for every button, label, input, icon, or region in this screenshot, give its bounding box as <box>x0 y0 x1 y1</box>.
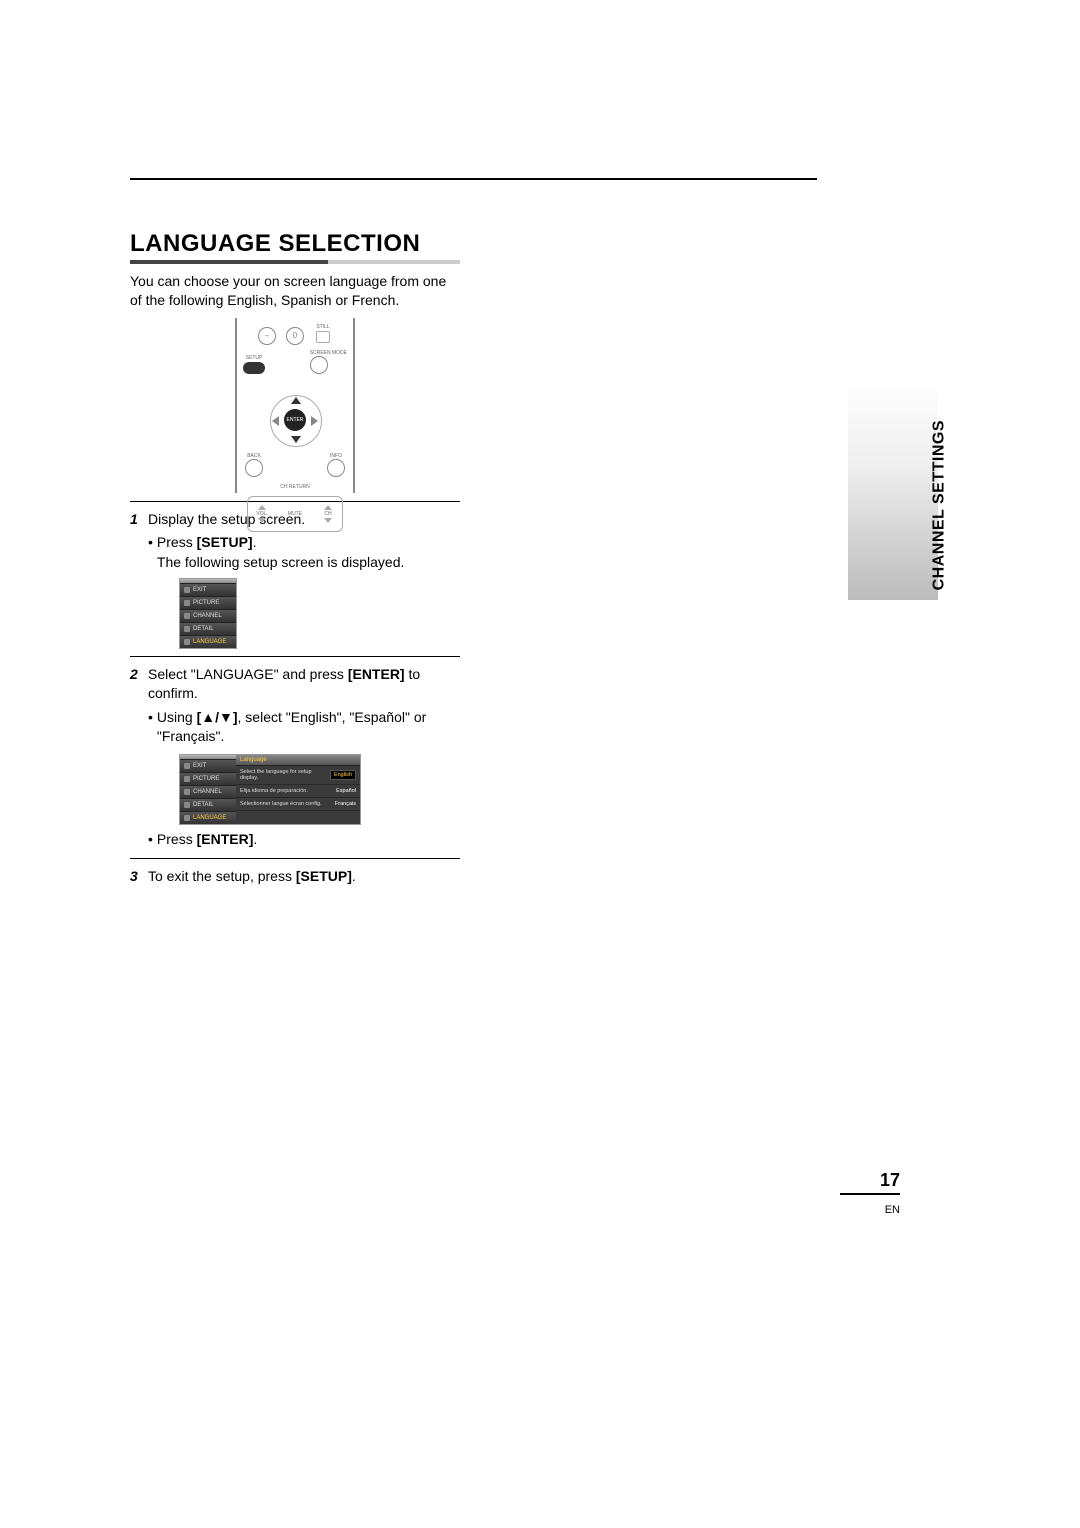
menu1-item-label: EXIT <box>193 587 206 593</box>
menu-icon <box>184 815 190 821</box>
remote-zero-button: 0 <box>286 327 304 345</box>
step-2b-prefix: Press <box>157 831 197 847</box>
menu2-left-label: CHANNEL <box>193 789 222 795</box>
step-2-bullet: Using [▲/▼], select "English", "Español"… <box>148 708 460 747</box>
menu2-left-item: DETAIL <box>180 798 236 811</box>
step-1-bullet-bold: [SETUP] <box>197 534 253 550</box>
menu2-left-label: EXIT <box>193 763 206 769</box>
step-1-bullet-prefix: Press <box>157 534 197 550</box>
step-2-bullet-a: Using <box>157 709 197 725</box>
menu2-left-label: PICTURE <box>193 776 219 782</box>
menu2-row-value: English <box>330 770 356 780</box>
step-3-number: 3 <box>130 867 148 887</box>
menu-icon <box>184 626 190 632</box>
remote-enter-button: ENTER <box>284 409 306 431</box>
remote-ch-rocker: CH <box>318 505 338 523</box>
remote-setup-button <box>243 362 265 374</box>
dpad-up-icon <box>291 397 301 404</box>
intro-text: You can choose your on screen language f… <box>130 272 460 310</box>
step-3-text-b: [SETUP] <box>296 868 352 884</box>
menu1-item: DETAIL <box>180 622 236 635</box>
dpad-down-icon <box>291 436 301 443</box>
menu-icon <box>184 613 190 619</box>
page-title: LANGUAGE SELECTION <box>130 230 950 258</box>
step-2-text-b: [ENTER] <box>348 666 405 682</box>
menu-icon <box>184 763 190 769</box>
step-3-text-a: To exit the setup, press <box>148 868 296 884</box>
remote-mute-label: MUTE <box>288 511 302 517</box>
remote-rocker-panel: VOL. MUTE CH <box>247 496 343 532</box>
menu2-left-item: LANGUAGE <box>180 811 236 824</box>
menu1-item: CHANNEL <box>180 609 236 622</box>
remote-setup-label: SETUP <box>243 355 265 361</box>
remote-dpad: ENTER <box>260 385 330 455</box>
step-1-bullet-suffix: . <box>253 534 257 550</box>
remote-back-button <box>245 459 263 477</box>
step-1-number: 1 <box>130 510 148 530</box>
still-icon <box>316 331 330 343</box>
step-2b-suffix: . <box>253 831 257 847</box>
page-number: 17 <box>880 1170 900 1190</box>
menu1-item-label: CHANNEL <box>193 613 222 619</box>
menu2-row-value: Français <box>335 801 356 807</box>
menu-icon <box>184 802 190 808</box>
divider <box>130 656 460 657</box>
remote-vol-rocker: VOL. <box>252 505 272 523</box>
step-2-bullet-b: [▲/▼] <box>197 709 238 725</box>
menu-icon <box>184 789 190 795</box>
remote-illustration: – 0 STILL SETUP SCREEN MODE <box>235 318 355 493</box>
menu1-item-label: DETAIL <box>193 626 214 632</box>
divider <box>130 858 460 859</box>
step-2: 2 Select "LANGUAGE" and press [ENTER] to… <box>130 665 460 704</box>
menu2-row-label: Elija idioma de preparación. <box>240 788 308 794</box>
menu-icon <box>184 587 190 593</box>
step-2-text-a: Select "LANGUAGE" and press <box>148 666 348 682</box>
menu2-left-label: LANGUAGE <box>193 815 226 821</box>
setup-menu-figure-2: EXIT PICTURE CHANNEL DETAIL LANGUAGE Languag… <box>180 755 360 824</box>
remote-info-button <box>327 459 345 477</box>
menu-icon <box>184 600 190 606</box>
menu-icon <box>184 639 190 645</box>
menu2-left-label: DETAIL <box>193 802 214 808</box>
dpad-left-icon <box>272 416 279 426</box>
menu2-row: Elija idioma de preparación. Español <box>236 785 360 798</box>
menu1-item: EXIT <box>180 583 236 596</box>
step-3: 3 To exit the setup, press [SETUP]. <box>130 867 460 887</box>
page-lang: EN <box>885 1204 900 1216</box>
step-1-bullet: Press [SETUP]. The following setup scree… <box>148 533 460 572</box>
menu2-row-label: Select the language for setup display. <box>240 769 330 781</box>
remote-dash-button: – <box>258 327 276 345</box>
menu-icon <box>184 776 190 782</box>
menu1-item-label: PICTURE <box>193 600 219 606</box>
menu2-left-item: PICTURE <box>180 772 236 785</box>
menu1-item-label: LANGUAGE <box>193 639 226 645</box>
menu1-item: LANGUAGE <box>180 635 236 648</box>
menu2-row-value: Español <box>336 788 356 794</box>
dpad-right-icon <box>311 416 318 426</box>
menu2-row: Select the language for setup display.En… <box>236 766 360 785</box>
step-3-text-c: . <box>352 868 356 884</box>
menu2-left-item: CHANNEL <box>180 785 236 798</box>
remote-still-label: STILL <box>314 324 332 330</box>
step-2b-bullet: Press [ENTER]. <box>148 830 460 850</box>
setup-menu-figure-1: EXIT PICTURE CHANNEL DETAIL LANGUAGE <box>180 579 236 648</box>
menu2-row-label: Sélectionner langue écran config. <box>240 801 322 807</box>
step-1-after: The following setup screen is displayed. <box>157 554 404 570</box>
remote-screenmode-button <box>310 356 328 374</box>
heading-underline <box>130 260 460 264</box>
menu2-row: Sélectionner langue écran config. Françai… <box>236 798 360 811</box>
remote-screenmode-label: SCREEN MODE <box>310 350 347 356</box>
menu1-item: PICTURE <box>180 596 236 609</box>
menu2-panel-title: Language <box>236 755 360 766</box>
menu2-left-item: EXIT <box>180 759 236 772</box>
page-content: LANGUAGE SELECTION You can choose your o… <box>130 180 950 886</box>
page-number-block: 17 EN <box>840 1170 900 1218</box>
main-column: You can choose your on screen language f… <box>130 272 460 886</box>
step-2b-bold: [ENTER] <box>197 831 254 847</box>
step-2-number: 2 <box>130 665 148 685</box>
remote-chreturn-label: CH RETURN <box>241 484 349 490</box>
